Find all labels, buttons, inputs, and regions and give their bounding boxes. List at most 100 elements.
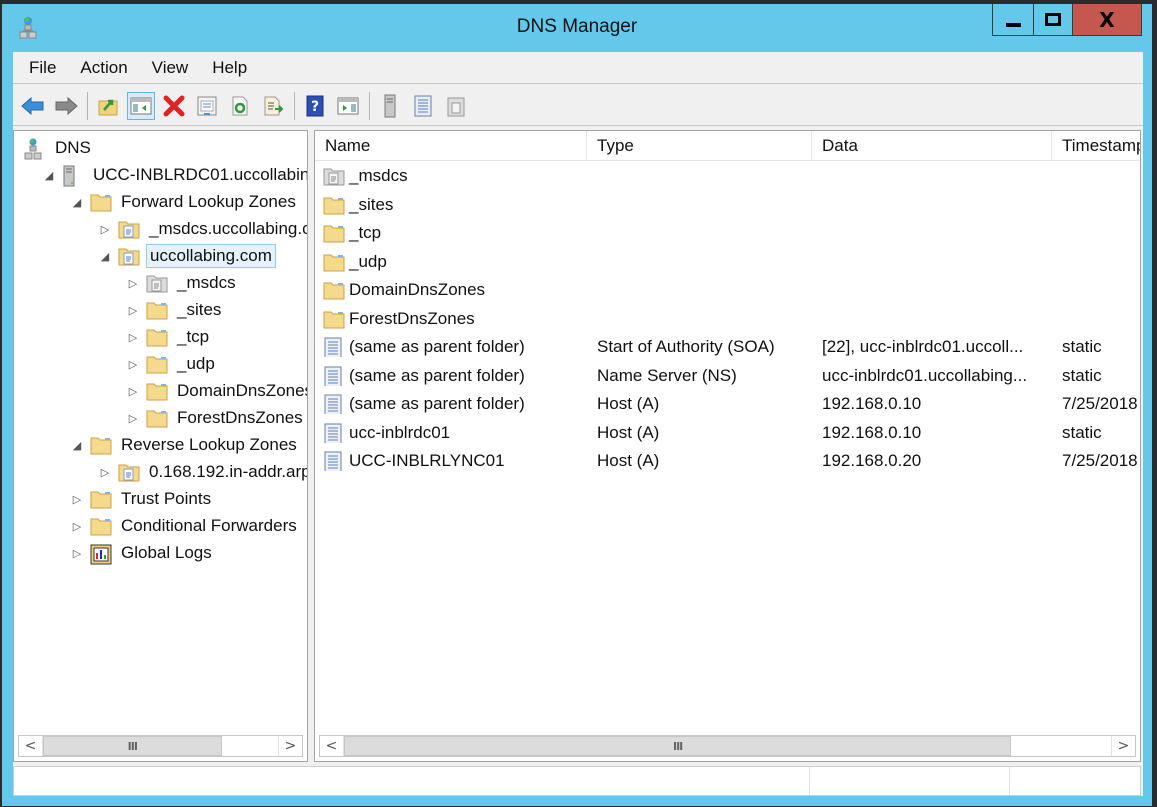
record-button[interactable] — [409, 92, 437, 120]
cell-name: _msdcs — [315, 166, 587, 186]
delete-icon — [163, 95, 185, 116]
tree-node[interactable]: ▷ _udp — [126, 351, 218, 377]
tree-node[interactable]: ▷ _tcp — [126, 324, 212, 350]
list-row[interactable]: _udp — [315, 248, 1140, 277]
title-bar[interactable]: DNS Manager X — [2, 4, 1152, 52]
zone-icon — [447, 97, 465, 116]
tree-node-label: Reverse Lookup Zones — [121, 435, 297, 454]
list-row[interactable]: (same as parent folder) Start of Authorit… — [315, 333, 1140, 362]
list-row[interactable]: (same as parent folder) Host (A) 192.168.0… — [315, 390, 1140, 419]
list-row[interactable]: ForestDnsZones — [315, 305, 1140, 334]
cell-name-text: DomainDnsZones — [349, 280, 486, 300]
menu-view[interactable]: View — [140, 58, 201, 78]
column-header-data[interactable]: Data — [812, 131, 1052, 160]
menu-action[interactable]: Action — [68, 58, 139, 78]
tree-horizontal-scrollbar[interactable]: < III > — [18, 735, 303, 757]
folder-icon — [323, 195, 345, 215]
show-action-pane-button[interactable] — [334, 92, 362, 120]
column-header-name[interactable]: Name — [315, 131, 587, 160]
collapse-arrow-icon[interactable]: ◢ — [70, 439, 84, 452]
cell-name-text: _msdcs — [349, 166, 408, 186]
expand-arrow-icon[interactable]: ▷ — [98, 223, 112, 236]
tree-node[interactable]: ▷ ForestDnsZones — [126, 405, 306, 431]
cell-name-text: _udp — [349, 251, 387, 271]
help-button[interactable]: ? — [301, 92, 329, 120]
tree-node[interactable]: ▷ Conditional Forwarders — [70, 513, 300, 539]
cell-name-text: _sites — [349, 194, 394, 214]
list-row[interactable]: _msdcs — [315, 162, 1140, 191]
cell-data: 192.168.0.10 — [812, 423, 1052, 443]
scroll-right-button[interactable]: > — [278, 736, 302, 756]
expand-arrow-icon[interactable]: ▷ — [126, 358, 140, 371]
zone-button[interactable] — [442, 92, 470, 120]
delete-button[interactable] — [160, 92, 188, 120]
tree-node[interactable]: ▷ Trust Points — [70, 486, 214, 512]
tree-node[interactable]: ▷ _sites — [126, 297, 224, 323]
tree-node[interactable]: ▷ Global Logs — [70, 540, 215, 566]
back-button[interactable] — [19, 92, 47, 120]
scroll-left-button[interactable]: < — [320, 736, 344, 756]
expand-arrow-icon[interactable]: ▷ — [126, 277, 140, 290]
expand-arrow-icon[interactable]: ▷ — [70, 493, 84, 506]
scroll-thumb[interactable]: III — [43, 736, 222, 756]
cell-name: (same as parent folder) — [315, 337, 587, 358]
properties-icon — [197, 96, 217, 115]
list-row[interactable]: _tcp — [315, 219, 1140, 248]
expand-arrow-icon[interactable]: ▷ — [70, 547, 84, 560]
tree-node[interactable]: ◢ Forward Lookup Zones — [70, 189, 299, 215]
collapse-arrow-icon[interactable]: ◢ — [42, 169, 56, 182]
scroll-thumb[interactable]: III — [344, 736, 1012, 756]
tree-node-label: _msdcs — [177, 273, 236, 292]
close-button[interactable]: X — [1072, 4, 1142, 36]
show-hide-console-tree-button[interactable] — [127, 91, 155, 120]
tree-node[interactable]: DNS — [24, 135, 94, 161]
list-row[interactable]: _sites — [315, 191, 1140, 220]
console-tree-pane: DNS ◢ UCC-INBLRDC01.uccollabing.com ◢ Forwar… — [13, 130, 308, 762]
menu-file[interactable]: File — [17, 58, 68, 78]
scroll-right-button[interactable]: > — [1111, 736, 1135, 756]
expand-arrow-icon[interactable]: ▷ — [126, 412, 140, 425]
list-row[interactable]: DomainDnsZones — [315, 276, 1140, 305]
tree-node[interactable]: ▷ 0.168.192.in-addr.arpa — [98, 459, 307, 485]
tree-node[interactable]: ▷ _msdcs.uccollabing.com — [98, 216, 307, 242]
properties-button[interactable] — [193, 92, 221, 120]
cell-name-text: UCC-INBLRLYNC01 — [349, 451, 505, 471]
list-horizontal-scrollbar[interactable]: < III > — [319, 735, 1136, 757]
list-row[interactable]: ucc-inblrdc01 Host (A) 192.168.0.10 static — [315, 419, 1140, 448]
minimize-button[interactable] — [992, 4, 1034, 36]
scroll-track[interactable]: III — [43, 736, 278, 756]
cell-data-text: 192.168.0.20 — [822, 451, 922, 471]
status-segment — [14, 767, 810, 795]
expand-arrow-icon[interactable]: ▷ — [126, 304, 140, 317]
server-button[interactable] — [376, 92, 404, 120]
scroll-left-button[interactable]: < — [19, 736, 43, 756]
list-row[interactable]: (same as parent folder) Name Server (NS) u… — [315, 362, 1140, 391]
collapse-arrow-icon[interactable]: ◢ — [70, 196, 84, 209]
maximize-button[interactable] — [1033, 4, 1073, 36]
tree-node[interactable]: ◢ UCC-INBLRDC01.uccollabing.com — [42, 162, 307, 188]
expand-arrow-icon[interactable]: ▷ — [70, 520, 84, 533]
cell-data-text: ucc-inblrdc01.uccollabing... — [822, 365, 1028, 385]
tree-node[interactable]: ▷ _msdcs — [126, 270, 239, 296]
column-header-timestamp[interactable]: Timestamp — [1052, 131, 1140, 160]
forward-button[interactable] — [52, 92, 80, 120]
menu-help[interactable]: Help — [200, 58, 259, 78]
column-header-type[interactable]: Type — [587, 131, 812, 160]
cell-name: UCC-INBLRLYNC01 — [315, 451, 587, 472]
tree-node[interactable]: ◢ uccollabing.com — [98, 243, 276, 269]
toolbar: ? — [13, 86, 1143, 126]
expand-arrow-icon[interactable]: ▷ — [98, 466, 112, 479]
cell-type: Start of Authority (SOA) — [587, 337, 812, 357]
collapse-arrow-icon[interactable]: ◢ — [98, 250, 112, 263]
cell-name: (same as parent folder) — [315, 394, 587, 415]
expand-arrow-icon[interactable]: ▷ — [126, 385, 140, 398]
tree-node[interactable]: ▷ DomainDnsZones — [126, 378, 307, 404]
expand-arrow-icon[interactable]: ▷ — [126, 331, 140, 344]
up-one-level-button[interactable] — [94, 92, 122, 120]
tree-node[interactable]: ◢ Reverse Lookup Zones — [70, 432, 300, 458]
refresh-button[interactable] — [226, 92, 254, 120]
export-list-button[interactable] — [259, 92, 287, 120]
cell-type: Host (A) — [587, 423, 812, 443]
list-row[interactable]: UCC-INBLRLYNC01 Host (A) 192.168.0.20 7/25/… — [315, 447, 1140, 476]
scroll-track[interactable]: III — [344, 736, 1111, 756]
